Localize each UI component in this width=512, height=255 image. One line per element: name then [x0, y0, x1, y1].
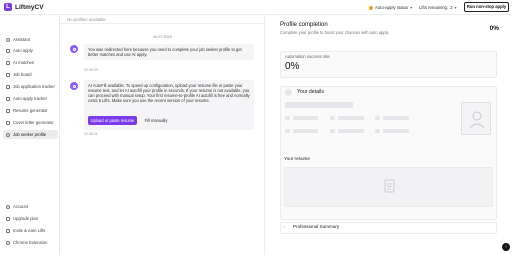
sidebar-item-invite-earn[interactable]: Invite & earn Lifts [3, 226, 58, 235]
your-details-title: Your details [297, 89, 324, 95]
sidebar-item-job-seeker-profile[interactable]: Job seeker profile [3, 130, 58, 139]
lightning-icon [6, 48, 10, 53]
sidebar-item-label: Cover letter generator [13, 120, 54, 125]
document-icon [6, 108, 10, 113]
linkedin-icon [330, 129, 335, 133]
success-rate-card: Automation success rate 0% [280, 51, 497, 78]
sparkle-icon [6, 60, 10, 65]
location-placeholder [383, 116, 409, 120]
date-separator: 05.07.2025 [152, 35, 172, 39]
sidebar-item-auto-apply[interactable]: Auto apply [3, 46, 58, 55]
phone-placeholder [338, 116, 364, 120]
phone-icon [330, 116, 335, 120]
sidebar-item-label: Resume generator [13, 108, 48, 113]
sidebar-item-label: Auto-apply tracker [13, 96, 47, 101]
chevron-down-icon: ▾ [410, 5, 413, 10]
chat-message: You was redirected here because you need… [84, 44, 254, 61]
success-rate-label: Automation success rate [285, 54, 330, 59]
success-rate-value: 0% [285, 61, 300, 72]
auto-apply-status-label: Auto-apply status [375, 5, 409, 10]
sidebar-item-label: Upgrade plan [13, 216, 39, 221]
sidebar-item-label: Job seeker profile [13, 132, 47, 137]
app-name: LiftmyCV [15, 3, 44, 11]
sidebar-item-label: Job board [13, 72, 32, 77]
profile-photo-placeholder[interactable] [461, 102, 491, 135]
sidebar-item-ai-matches[interactable]: AI matches [3, 58, 58, 67]
letter-icon [6, 120, 10, 125]
website-placeholder [383, 129, 409, 133]
lifts-remaining-count: 2 [450, 5, 453, 10]
sidebar-item-label: Chrome Extension [13, 240, 48, 245]
your-resume-title: Your resume [284, 156, 310, 161]
website-icon [375, 129, 380, 133]
assistant-avatar-icon [70, 82, 78, 90]
profile-completion-subtitle: Complete your profile to boost your chan… [280, 30, 389, 35]
sidebar-item-label: Assistant [13, 37, 30, 42]
fill-manually-button[interactable]: Fill manually [141, 116, 171, 125]
sidebar-item-upgrade-plan[interactable]: Upgrade plan [3, 214, 58, 223]
sidebar-item-auto-apply-tracker[interactable]: Auto-apply tracker [3, 94, 58, 103]
name-placeholder [285, 102, 353, 108]
professional-summary-title: Professional Summary [293, 224, 340, 229]
scroll-up-button[interactable]: ↑ [502, 243, 510, 251]
sidebar-item-chrome-extension[interactable]: Chrome Extension [3, 238, 58, 247]
person-icon [469, 111, 485, 129]
top-bar: L LiftmyCV Auto-apply status ▾ Lifts rem… [0, 0, 512, 15]
user-icon [6, 132, 10, 137]
lifts-remaining-dropdown[interactable]: Lifts remaining: 2 ▾ [419, 3, 457, 12]
app-logo[interactable]: L LiftmyCV [4, 3, 44, 11]
lifts-remaining-label: Lifts remaining: [419, 5, 449, 10]
user-icon [6, 204, 10, 209]
upgrade-icon [6, 216, 10, 221]
chevron-down-icon: ▾ [454, 5, 457, 10]
profile-completion-percent: 0% [489, 25, 499, 32]
chat-message-text: AI AutoFill available. To speed up confi… [88, 83, 250, 104]
email-placeholder [293, 116, 318, 120]
tracker-icon [6, 96, 10, 101]
run-non-stop-apply-button[interactable]: Run non-stop apply [464, 2, 509, 12]
email-icon [285, 116, 290, 120]
message-time: 22:36:09 [84, 68, 98, 72]
upload-resume-button[interactable]: Upload or paste resume [88, 116, 137, 125]
sidebar-item-label: Job application tracker [13, 84, 55, 89]
profile-completion-title: Profile completion [280, 22, 328, 28]
sidebar-item-resume-generator[interactable]: Resume generator [3, 106, 58, 115]
auto-apply-status-dropdown[interactable]: Auto-apply status ▾ [369, 3, 412, 12]
sidebar-item-job-application-tracker[interactable]: Job application tracker [3, 82, 58, 91]
sidebar-item-label: Invite & earn Lifts [13, 228, 46, 233]
gift-icon [6, 228, 10, 233]
linkedin-placeholder [338, 129, 364, 133]
details-avatar-icon [285, 89, 292, 96]
sidebar-item-label: Auto apply [13, 48, 33, 53]
sidebar-item-label: AI matches [13, 60, 34, 65]
sidebar: Assistant Auto apply AI matches Job boar… [0, 15, 60, 255]
sidebar-item-assistant[interactable]: Assistant [3, 35, 58, 44]
message-time: 22:36:11 [84, 132, 98, 136]
sidebar-item-job-board[interactable]: Job board [3, 70, 58, 79]
link-icon [285, 129, 290, 133]
resume-upload-area[interactable] [284, 167, 493, 207]
sidebar-item-account[interactable]: Account [3, 202, 58, 211]
location-icon [375, 116, 380, 120]
tracker-icon [6, 84, 10, 89]
status-dot-icon [369, 5, 373, 10]
logo-icon: L [4, 3, 12, 11]
link-placeholder [293, 129, 318, 133]
sidebar-item-label: Account [13, 204, 29, 209]
briefcase-icon [6, 72, 10, 77]
assistant-avatar-icon [70, 45, 78, 53]
sidebar-item-cover-letter-generator[interactable]: Cover letter generator [3, 118, 58, 127]
assistant-icon [6, 37, 10, 42]
chevron-right-icon: › [284, 224, 286, 229]
document-icon [384, 179, 395, 193]
profile-selector[interactable]: No profiles available [60, 15, 265, 24]
chrome-icon [6, 240, 10, 245]
